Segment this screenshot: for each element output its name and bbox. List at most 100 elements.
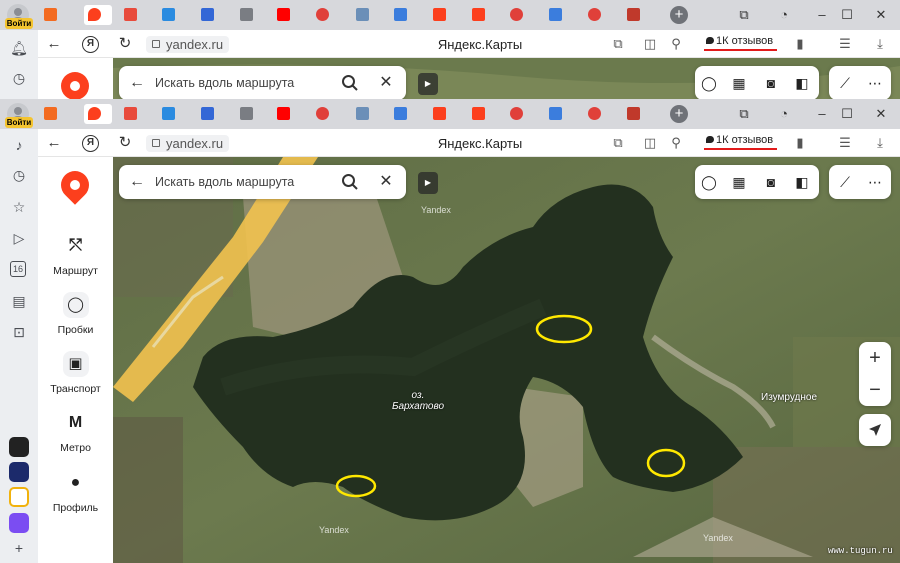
maximize-icon[interactable]: ☐ (838, 105, 856, 123)
location-icon[interactable]: ⚲ (668, 36, 684, 52)
search-input[interactable] (155, 165, 335, 199)
satellite-map[interactable]: оз. Бархатово Изумрудное Yandex Yandex Y… (113, 157, 900, 563)
history-icon[interactable]: ◷ (10, 166, 28, 184)
map-layers-icon[interactable]: ▦ (729, 74, 749, 92)
translate-icon[interactable]: ⧉ (610, 36, 626, 52)
document-icon[interactable] (240, 8, 253, 21)
pin-icon[interactable]: ◔ (775, 105, 793, 123)
tabs-overview-icon[interactable]: ⧉ (735, 105, 753, 123)
back-arrow-icon[interactable]: ← (129, 74, 145, 92)
thermometer-icon[interactable] (124, 8, 137, 21)
close-window-icon[interactable]: ✕ (872, 105, 890, 123)
panorama-camera-icon[interactable]: ◙ (761, 173, 781, 191)
sidebar-item-transport[interactable]: ▣ Транспорт (38, 351, 113, 395)
url-domain[interactable]: yandex.ru (146, 135, 230, 152)
pokeball-icon[interactable] (588, 107, 601, 120)
layers-switch-icon[interactable]: ◧ (792, 74, 812, 92)
close-icon[interactable]: ✕ (377, 172, 395, 192)
back-arrow-icon[interactable]: ← (129, 173, 145, 191)
youtube-icon[interactable] (277, 107, 290, 120)
card-icon[interactable] (627, 107, 640, 120)
locate-button[interactable] (859, 414, 891, 446)
flag-icon[interactable] (549, 8, 562, 21)
ruler-icon[interactable]: ⟋ (835, 173, 855, 191)
bell-icon[interactable]: ♪ (10, 136, 28, 154)
close-window-icon[interactable]: ✕ (872, 6, 890, 24)
yandex-logo-icon[interactable]: Я (82, 36, 99, 53)
collapse-panel-button[interactable]: ▶ (418, 172, 438, 194)
url-domain[interactable]: yandex.ru (146, 36, 230, 53)
document-icon[interactable] (240, 107, 253, 120)
pokeball-icon[interactable] (316, 107, 329, 120)
add-app-icon[interactable]: + (10, 539, 28, 557)
zen-icon[interactable] (44, 107, 57, 120)
star-app-icon[interactable] (9, 462, 29, 482)
login-badge[interactable]: Войти (5, 117, 33, 128)
photo-icon[interactable] (201, 107, 214, 120)
more-icon[interactable]: ⋯ (865, 74, 885, 92)
reviews-badge[interactable]: 1К отзывов (704, 34, 778, 51)
sidebar-item-traffic[interactable]: ◯ Пробки (38, 292, 113, 336)
search-input[interactable] (155, 66, 335, 100)
login-badge[interactable]: Войти (5, 18, 33, 29)
circle-icon[interactable] (510, 107, 523, 120)
k-icon[interactable] (394, 107, 407, 120)
k-icon[interactable] (394, 8, 407, 21)
map-layers-icon[interactable]: ▦ (729, 173, 749, 191)
yandex-icon[interactable] (433, 8, 446, 21)
download-icon[interactable]: ⤓ (872, 36, 888, 52)
back-arrow-icon[interactable]: ← (44, 133, 64, 153)
feather-icon[interactable] (356, 107, 369, 120)
pokeball-icon[interactable] (588, 8, 601, 21)
more-icon[interactable]: ⋯ (865, 173, 885, 191)
translate-icon[interactable]: ⧉ (610, 135, 626, 151)
layers-switch-icon[interactable]: ◧ (792, 173, 812, 191)
panorama-camera-icon[interactable]: ◙ (761, 74, 781, 92)
pokeball-icon[interactable] (316, 8, 329, 21)
collapse-panel-button[interactable]: ▶ (418, 73, 438, 95)
reload-icon[interactable]: ↻ (115, 133, 135, 153)
star-icon[interactable]: ☆ (10, 198, 28, 216)
minimize-icon[interactable]: – (813, 6, 831, 24)
card-icon[interactable] (627, 8, 640, 21)
search-icon[interactable] (341, 74, 359, 92)
maps-pin-icon[interactable] (88, 8, 101, 21)
chat-icon[interactable]: ☰ (837, 36, 853, 52)
bookmark-icon[interactable]: ▮ (792, 135, 808, 151)
ruler-icon[interactable]: ⟋ (835, 74, 855, 92)
feather-icon[interactable] (356, 8, 369, 21)
tabs-overview-icon[interactable]: ⧉ (735, 6, 753, 24)
mail-at-icon[interactable] (162, 107, 175, 120)
mail-app-icon[interactable] (9, 487, 29, 507)
sidebar-item-profile[interactable]: ● Профиль (38, 470, 113, 514)
reader-icon[interactable]: ◫ (642, 36, 658, 52)
reload-icon[interactable]: ↻ (115, 34, 135, 54)
traffic-layer-icon[interactable]: ◯ (699, 74, 719, 92)
zoom-out-button[interactable]: − (859, 374, 891, 406)
chat-icon[interactable]: ☰ (837, 135, 853, 151)
calendar-icon[interactable]: 16 (10, 261, 26, 277)
mail-at-icon[interactable] (162, 8, 175, 21)
traffic-layer-icon[interactable]: ◯ (699, 173, 719, 191)
maps-pin-icon[interactable] (88, 107, 101, 120)
yandex-icon[interactable] (472, 107, 485, 120)
screenshot-icon[interactable]: ⊡ (10, 323, 28, 341)
reader-icon[interactable]: ◫ (642, 135, 658, 151)
bell-icon[interactable]: 🔔︎ (10, 39, 28, 57)
minimize-icon[interactable]: – (813, 105, 831, 123)
zen-icon[interactable] (44, 8, 57, 21)
yandex-maps-logo-icon[interactable] (61, 72, 89, 100)
new-tab-plus-icon[interactable]: + (670, 105, 688, 123)
reviews-badge[interactable]: 1К отзывов (704, 133, 778, 150)
thermometer-icon[interactable] (124, 107, 137, 120)
sidebar-item-route[interactable]: ⤲ Маршрут (38, 233, 113, 277)
yandex-logo-icon[interactable]: Я (82, 135, 99, 152)
maximize-icon[interactable]: ☐ (838, 6, 856, 24)
video-icon[interactable]: ▷ (10, 229, 28, 247)
photo-icon[interactable] (201, 8, 214, 21)
yandex-icon[interactable] (433, 107, 446, 120)
zoom-in-button[interactable]: + (859, 342, 891, 374)
circle-icon[interactable] (510, 8, 523, 21)
yandex-maps-logo-icon[interactable] (55, 165, 95, 205)
alice-app-icon[interactable] (9, 437, 29, 457)
